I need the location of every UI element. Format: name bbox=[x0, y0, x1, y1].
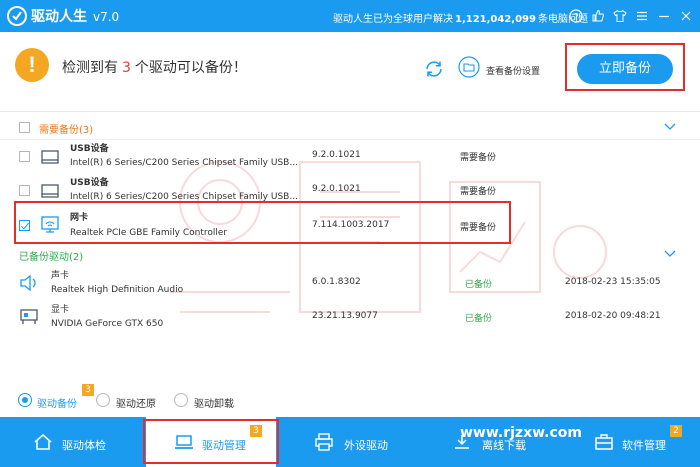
minimize-icon[interactable] bbox=[655, 7, 673, 25]
driver-status: 需要备份 bbox=[460, 187, 497, 197]
usb-drive-icon bbox=[41, 184, 59, 198]
printer-icon bbox=[315, 433, 333, 451]
notice-prefix: 驱动人生已为全球用户解决 bbox=[333, 14, 453, 25]
tab-label: 软件管理 bbox=[622, 439, 666, 452]
home-icon bbox=[34, 434, 52, 450]
app-name: 驱动人生 bbox=[31, 9, 87, 25]
backup-date: 2018-02-23 15:35:05 bbox=[565, 277, 661, 287]
driver-version: 6.0.1.8302 bbox=[312, 277, 361, 287]
driver-status: 已备份 bbox=[465, 314, 493, 324]
app-logo-icon bbox=[7, 6, 27, 26]
display-card-icon bbox=[20, 309, 38, 324]
driver-version: 9.2.0.1021 bbox=[312, 184, 361, 194]
driver-version: 23.21.13.9077 bbox=[312, 311, 378, 321]
detection-count: 3 bbox=[122, 60, 131, 76]
detection-suffix: 个驱动可以备份！ bbox=[134, 60, 247, 76]
tab-driver-checkup[interactable]: 驱动体检 bbox=[20, 417, 140, 467]
tab-badge: 2 bbox=[670, 425, 682, 437]
chevron-down-icon[interactable] bbox=[663, 122, 677, 132]
driver-status: 已备份 bbox=[465, 280, 493, 290]
driver-description: NVIDIA GeForce GTX 650 bbox=[51, 319, 164, 329]
svg-text:?: ? bbox=[573, 12, 578, 22]
detection-header: ! 检测到有 3 个驱动可以备份！ 查看备份设置 立即备份 bbox=[0, 32, 700, 112]
like-icon[interactable] bbox=[589, 7, 607, 25]
item-checkbox[interactable] bbox=[19, 151, 30, 162]
mode-uninstall-radio[interactable] bbox=[174, 393, 188, 407]
tab-label: 驱动体检 bbox=[62, 439, 106, 452]
mode-backup-radio[interactable] bbox=[18, 393, 32, 407]
driver-list: 需要备份(3) USB设备 Intel(R) 6 Series/C200 Ser… bbox=[0, 112, 700, 382]
usb-drive-icon bbox=[41, 150, 59, 164]
driver-name: USB设备 bbox=[70, 144, 109, 154]
need-backup-group-title: 需要备份(3) bbox=[39, 125, 94, 136]
chevron-down-icon[interactable] bbox=[663, 249, 677, 259]
bottom-nav: 驱动体检 驱动管理 3 外设驱动 www.rjzxw.com 离线下载 软件管理… bbox=[0, 417, 700, 467]
backup-button-highlight bbox=[565, 43, 685, 91]
warning-icon: ! bbox=[15, 48, 49, 82]
download-icon bbox=[455, 435, 469, 449]
detection-prefix: 检测到有 bbox=[62, 60, 118, 76]
tab-peripheral-drivers[interactable]: 外设驱动 bbox=[300, 417, 420, 467]
app-version: v7.0 bbox=[93, 10, 120, 24]
driver-status: 需要备份 bbox=[460, 153, 497, 163]
network-card-row-highlight bbox=[14, 201, 511, 244]
item-checkbox[interactable] bbox=[19, 185, 30, 196]
driver-name: 声卡 bbox=[51, 271, 70, 281]
backup-date: 2018-02-20 09:48:21 bbox=[565, 311, 661, 321]
list-item[interactable]: 声卡 Realtek High Definition Audio 6.0.1.8… bbox=[0, 264, 700, 298]
window-controls: ? bbox=[567, 7, 695, 25]
mode-restore-radio[interactable] bbox=[96, 393, 110, 407]
driver-name: USB设备 bbox=[70, 178, 109, 188]
folder-icon[interactable] bbox=[458, 56, 480, 78]
solved-count-notice: 驱动人生已为全球用户解决 1,121,042,099 条电脑问题 bbox=[333, 10, 588, 25]
close-icon[interactable] bbox=[677, 7, 695, 25]
list-item[interactable]: USB设备 Intel(R) 6 Series/C200 Series Chip… bbox=[0, 140, 700, 174]
mode-backup-label[interactable]: 驱动备份 bbox=[37, 395, 77, 410]
driver-name: 显卡 bbox=[51, 305, 70, 315]
tab-software-management[interactable]: 软件管理 2 bbox=[580, 417, 700, 467]
notice-count: 1,121,042,099 bbox=[455, 14, 536, 25]
menu-icon[interactable] bbox=[633, 7, 651, 25]
refresh-icon[interactable] bbox=[423, 58, 445, 80]
tab-offline-download[interactable]: 离线下载 bbox=[440, 417, 560, 467]
title-bar: 驱动人生 v7.0 驱动人生已为全球用户解决 1,121,042,099 条电脑问题 … bbox=[0, 0, 700, 32]
driver-management-tab-highlight bbox=[143, 419, 279, 464]
tab-label: 外设驱动 bbox=[344, 439, 388, 452]
briefcase-icon bbox=[595, 434, 613, 450]
detection-message: 检测到有 3 个驱动可以备份！ bbox=[62, 57, 247, 77]
driver-description: Realtek High Definition Audio bbox=[51, 285, 184, 295]
app-title: 驱动人生 v7.0 bbox=[31, 6, 119, 26]
tab-label: 离线下载 bbox=[482, 439, 526, 452]
backed-up-group-title: 已备份驱动(2) bbox=[19, 252, 84, 263]
mode-restore-label[interactable]: 驱动还原 bbox=[116, 395, 156, 410]
driver-version: 9.2.0.1021 bbox=[312, 150, 361, 160]
shirt-icon[interactable] bbox=[611, 7, 629, 25]
backup-settings-link[interactable]: 查看备份设置 bbox=[486, 64, 540, 77]
backup-count-badge: 3 bbox=[82, 384, 94, 396]
help-icon[interactable]: ? bbox=[567, 7, 585, 25]
list-item[interactable]: 显卡 NVIDIA GeForce GTX 650 23.21.13.9077 … bbox=[0, 298, 700, 332]
need-backup-select-all-checkbox[interactable] bbox=[19, 122, 30, 133]
driver-description: Intel(R) 6 Series/C200 Series Chipset Fa… bbox=[70, 158, 298, 168]
mode-uninstall-label[interactable]: 驱动卸载 bbox=[194, 395, 234, 410]
speaker-icon bbox=[20, 274, 36, 292]
mode-selector: 驱动备份 3 驱动还原 驱动卸载 bbox=[0, 384, 700, 414]
